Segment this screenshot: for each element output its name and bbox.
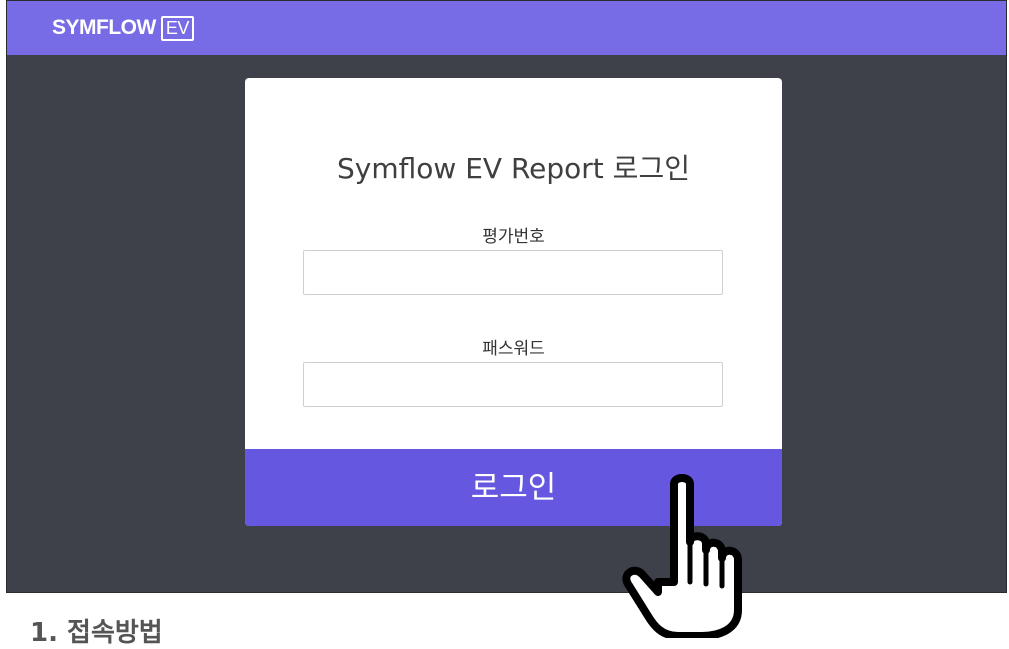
login-title: Symflow EV Report 로그인 <box>337 152 690 185</box>
password-label: 패스워드 <box>482 339 545 359</box>
top-bar: SYMFLOW EV <box>7 1 1006 55</box>
logo-text: SYMFLOW <box>52 16 156 39</box>
eval-number-label: 평가번호 <box>482 227 545 247</box>
app-logo[interactable]: SYMFLOW EV <box>52 14 194 42</box>
hand-pointer-icon <box>622 474 742 638</box>
password-input[interactable] <box>303 362 723 407</box>
app-screen: SYMFLOW EV Symflow EV Report 로그인 평가번호 패스… <box>6 0 1007 593</box>
eval-number-input[interactable] <box>303 250 723 295</box>
login-card: Symflow EV Report 로그인 평가번호 패스워드 로그인 <box>245 78 782 526</box>
logo-badge: EV <box>160 15 194 41</box>
section-caption: 1. 접속방법 <box>30 618 163 648</box>
